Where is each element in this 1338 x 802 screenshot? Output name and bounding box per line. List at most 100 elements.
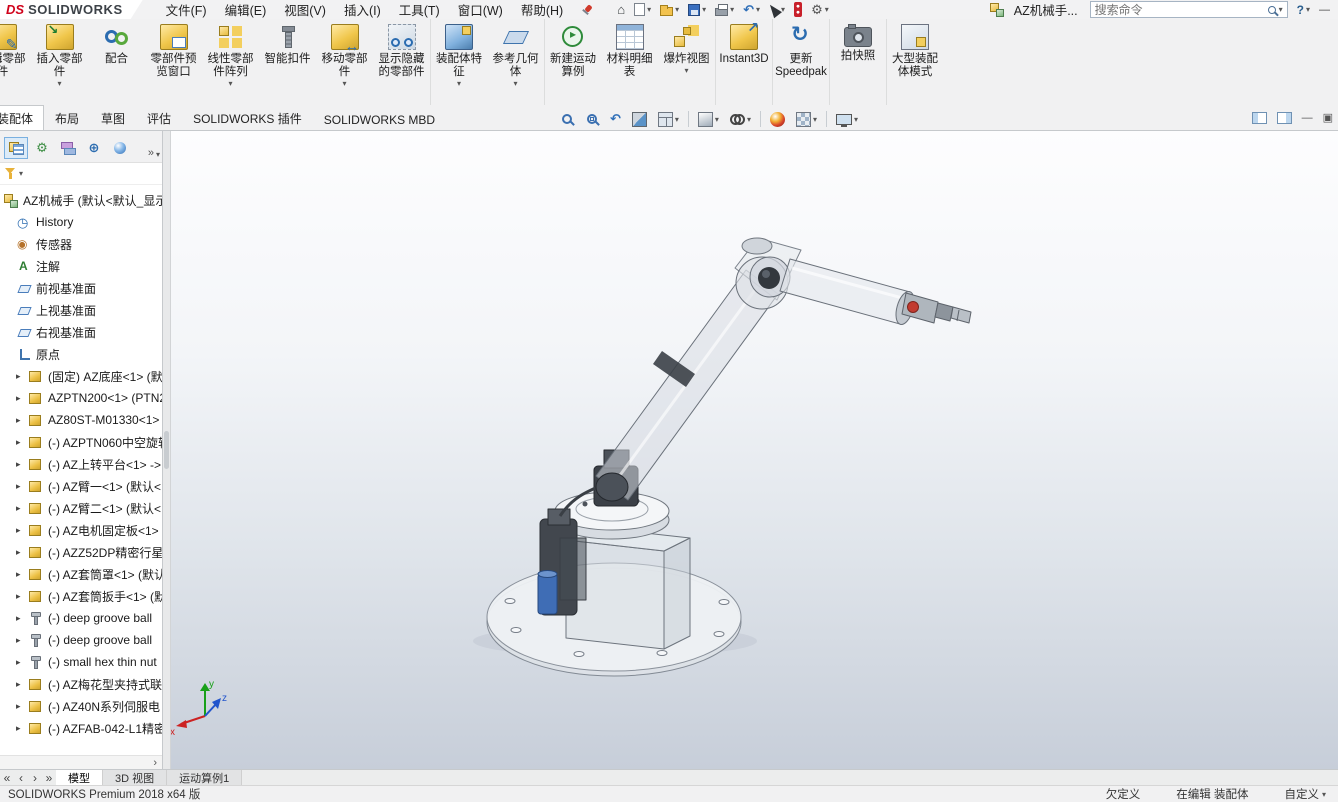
expand-arrow-icon[interactable]: ▸ bbox=[16, 613, 28, 624]
tree-item[interactable]: ▸ AZPTN200<1> (PTN2 bbox=[0, 387, 162, 409]
ribbon-button[interactable]: 材料明细表 ▾ bbox=[601, 19, 658, 105]
doc-minimize-icon[interactable]: — bbox=[1302, 112, 1313, 124]
ribbon-button[interactable]: 大型装配体模式 ▾ bbox=[886, 19, 943, 105]
first-tab-icon[interactable]: « bbox=[0, 770, 14, 785]
open-button[interactable]: ▾ bbox=[657, 1, 682, 18]
apply-scene-button[interactable]: ▾ bbox=[794, 111, 819, 128]
expand-arrow-icon[interactable]: ▸ bbox=[16, 569, 28, 580]
pin-icon[interactable] bbox=[580, 4, 592, 16]
tree-item[interactable]: ▸ 右视基准面 bbox=[0, 321, 162, 343]
hide-show-items-button[interactable]: ▾ bbox=[728, 111, 753, 128]
panel-tabs-overflow-icon[interactable]: » bbox=[148, 147, 154, 159]
last-tab-icon[interactable]: » bbox=[42, 770, 56, 785]
panel-splitter[interactable] bbox=[163, 131, 171, 769]
select-button[interactable]: ▾ bbox=[766, 1, 788, 18]
tree-horizontal-scrollbar[interactable]: › bbox=[0, 755, 162, 769]
tree-item[interactable]: ▸ (-) AZ套筒扳手<1> (默 bbox=[0, 585, 162, 607]
tab-3d-views[interactable]: 3D 视图 bbox=[103, 770, 168, 785]
edit-appearance-button[interactable] bbox=[768, 111, 787, 128]
undo-button[interactable]: ↶ ▾ bbox=[740, 1, 763, 18]
ribbon-button[interactable]: 零部件预览窗口 ▾ bbox=[145, 19, 202, 105]
expand-arrow-icon[interactable]: ▸ bbox=[16, 635, 28, 646]
tree-item[interactable]: ▸ (-) AZ臂二<1> (默认< bbox=[0, 497, 162, 519]
tab-solidworks-addins[interactable]: SOLIDWORKS 插件 bbox=[182, 105, 313, 130]
dropdown-caret-icon[interactable]: ▾ bbox=[457, 79, 461, 88]
ribbon-button[interactable]: 编辑零部件 ▾ bbox=[0, 19, 31, 105]
doc-restore-icon[interactable]: ▣ bbox=[1323, 111, 1333, 124]
expand-arrow-icon[interactable]: ▸ bbox=[16, 547, 28, 558]
tree-item[interactable]: ▸ AZ80ST-M01330<1> bbox=[0, 409, 162, 431]
ribbon-button[interactable]: 新建运动算例 ▾ bbox=[544, 19, 601, 105]
dimxpertmanager-tab[interactable]: ⊕ bbox=[82, 137, 106, 159]
tree-item[interactable]: ▸ (-) small hex thin nut bbox=[0, 651, 162, 673]
tab-solidworks-mbd[interactable]: SOLIDWORKS MBD bbox=[313, 108, 446, 130]
expand-arrow-icon[interactable]: ▸ bbox=[16, 393, 28, 404]
dropdown-caret-icon[interactable]: ▾ bbox=[342, 79, 346, 88]
tree-item[interactable]: ▸ (-) deep groove ball bbox=[0, 607, 162, 629]
configurationmanager-tab[interactable] bbox=[56, 137, 80, 159]
tab-assembly[interactable]: 装配体 bbox=[0, 105, 45, 130]
tree-item[interactable]: ▸ (-) AZ电机固定板<1> bbox=[0, 519, 162, 541]
display-style-button[interactable]: ▾ bbox=[696, 111, 721, 128]
tree-item[interactable]: ▸ (固定) AZ底座<1> (默 bbox=[0, 365, 162, 387]
tree-item[interactable]: ▸ History bbox=[0, 211, 162, 233]
ribbon-button[interactable]: 参考几何体 ▾ bbox=[487, 19, 544, 105]
ribbon-button[interactable]: 移动零部件 ▾ bbox=[316, 19, 373, 105]
ribbon-button[interactable]: Instant3D ▾ bbox=[715, 19, 772, 105]
next-tab-icon[interactable]: › bbox=[28, 770, 42, 785]
displaymanager-tab[interactable] bbox=[108, 137, 132, 159]
help-button[interactable]: ? ▾ bbox=[1292, 3, 1315, 17]
chevron-down-icon[interactable]: ▾ bbox=[1279, 5, 1283, 14]
view-settings-button[interactable]: ▾ bbox=[834, 112, 860, 127]
section-view-button[interactable] bbox=[630, 111, 649, 128]
splitter-handle-icon[interactable] bbox=[164, 431, 169, 469]
new-document-button[interactable]: ▾ bbox=[631, 1, 654, 18]
scroll-right-icon[interactable]: › bbox=[153, 757, 157, 769]
ribbon-button[interactable]: 智能扣件 ▾ bbox=[259, 19, 316, 105]
pane-left-icon[interactable] bbox=[1251, 111, 1267, 124]
print-button[interactable]: ▾ bbox=[712, 1, 737, 18]
tree-item[interactable]: ▸ (-) AZ上转平台<1> -> bbox=[0, 453, 162, 475]
tab-motion-study[interactable]: 运动算例1 bbox=[167, 770, 243, 785]
resources-button[interactable] bbox=[791, 1, 805, 18]
previous-view-button[interactable]: ↶ bbox=[608, 110, 623, 128]
menu-item[interactable]: 帮助(H) bbox=[512, 0, 572, 21]
expand-arrow-icon[interactable]: ▸ bbox=[16, 679, 28, 690]
customize-menu[interactable]: 自定义 ▾ bbox=[1284, 786, 1326, 802]
tree-item[interactable]: ▸ (-) AZFAB-042-L1精密 bbox=[0, 717, 162, 739]
expand-arrow-icon[interactable]: ▸ bbox=[16, 657, 28, 668]
tree-item[interactable]: ▸ (-) AZ套筒罩<1> (默认 bbox=[0, 563, 162, 585]
pane-right-icon[interactable] bbox=[1276, 111, 1292, 124]
tab-model[interactable]: 模型 bbox=[56, 770, 103, 785]
dropdown-caret-icon[interactable]: ▾ bbox=[513, 79, 517, 88]
expand-arrow-icon[interactable]: ▸ bbox=[16, 459, 28, 470]
ribbon-button[interactable]: 线性零部件阵列 ▾ bbox=[202, 19, 259, 105]
chevron-down-icon[interactable]: ▾ bbox=[156, 150, 160, 159]
ribbon-button[interactable]: 拍快照 ▾ bbox=[829, 19, 886, 105]
previous-tab-icon[interactable]: ‹ bbox=[14, 770, 28, 785]
dropdown-caret-icon[interactable]: ▾ bbox=[228, 79, 232, 88]
tree-item[interactable]: ▸ (-) AZ40N系列伺服电 bbox=[0, 695, 162, 717]
ribbon-button[interactable]: 爆炸视图 ▾ bbox=[658, 19, 715, 105]
menu-item[interactable]: 编辑(E) bbox=[216, 0, 276, 21]
tree-item[interactable]: ▸ 上视基准面 bbox=[0, 299, 162, 321]
options-button[interactable]: ⚙ ▾ bbox=[808, 1, 832, 18]
tree-item[interactable]: ▸ AZ机械手 (默认<默认_显示 bbox=[0, 189, 162, 211]
dropdown-caret-icon[interactable]: ▾ bbox=[684, 66, 688, 75]
ribbon-button[interactable]: 插入零部件 ▾ bbox=[31, 19, 88, 105]
featuremanager-tab[interactable] bbox=[4, 137, 28, 159]
expand-arrow-icon[interactable]: ▸ bbox=[16, 481, 28, 492]
expand-arrow-icon[interactable]: ▸ bbox=[16, 371, 28, 382]
expand-arrow-icon[interactable]: ▸ bbox=[16, 591, 28, 602]
expand-arrow-icon[interactable]: ▸ bbox=[16, 525, 28, 536]
menu-item[interactable]: 文件(F) bbox=[157, 0, 216, 21]
ribbon-button[interactable]: 显示隐藏的零部件 ▾ bbox=[373, 19, 430, 105]
tab-sketch[interactable]: 草图 bbox=[90, 105, 136, 130]
tree-item[interactable]: ▸ 前视基准面 bbox=[0, 277, 162, 299]
graphics-viewport[interactable] bbox=[171, 131, 1338, 769]
zoom-area-button[interactable] bbox=[583, 111, 601, 127]
dropdown-caret-icon[interactable]: ▾ bbox=[57, 79, 61, 88]
search-icon[interactable] bbox=[1267, 5, 1276, 14]
zoom-fit-button[interactable] bbox=[558, 111, 576, 127]
menu-item[interactable]: 窗口(W) bbox=[449, 0, 512, 21]
